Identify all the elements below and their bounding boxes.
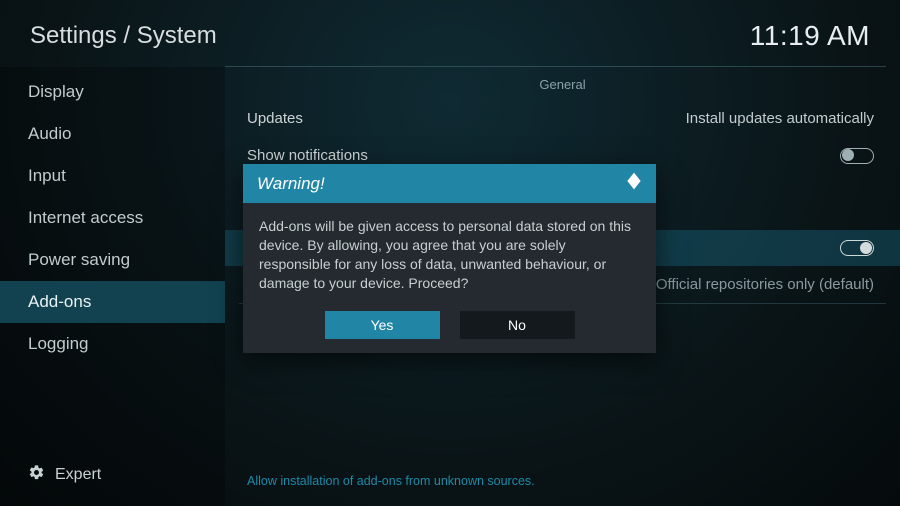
setting-updates[interactable]: Updates Install updates automatically — [225, 100, 900, 137]
sidebar-item-audio[interactable]: Audio — [0, 113, 225, 155]
setting-label: Show notifications — [247, 147, 368, 164]
kodi-logo-icon — [624, 171, 644, 196]
sidebar: Display Audio Input Internet access Powe… — [0, 67, 225, 506]
sidebar-item-input[interactable]: Input — [0, 155, 225, 197]
setting-label: Updates — [247, 110, 303, 127]
gear-icon — [28, 464, 45, 486]
settings-level-toggle[interactable]: Expert — [0, 450, 225, 506]
header: Settings / System 11:19 AM — [0, 0, 900, 66]
breadcrumb: Settings / System — [30, 22, 217, 50]
dialog-titlebar: Warning! — [243, 164, 656, 203]
no-button[interactable]: No — [460, 311, 575, 339]
settings-level-label: Expert — [55, 466, 101, 484]
sidebar-item-internet-access[interactable]: Internet access — [0, 197, 225, 239]
warning-dialog: Warning! Add-ons will be given access to… — [243, 164, 656, 353]
clock: 11:19 AM — [750, 20, 870, 52]
sidebar-item-addons[interactable]: Add-ons — [0, 281, 225, 323]
dialog-body: Add-ons will be given access to personal… — [243, 203, 656, 303]
dialog-title: Warning! — [257, 174, 325, 194]
toggle-off-icon[interactable] — [840, 148, 874, 164]
sidebar-item-logging[interactable]: Logging — [0, 323, 225, 365]
toggle-on-icon[interactable] — [840, 240, 874, 256]
dialog-buttons: Yes No — [243, 303, 656, 353]
setting-value: Official repositories only (default) — [656, 276, 874, 293]
footer-hint: Allow installation of add-ons from unkno… — [247, 474, 535, 488]
sidebar-item-display[interactable]: Display — [0, 71, 225, 113]
setting-value: Install updates automatically — [686, 110, 874, 127]
yes-button[interactable]: Yes — [325, 311, 440, 339]
section-header: General — [225, 67, 900, 100]
sidebar-item-power-saving[interactable]: Power saving — [0, 239, 225, 281]
